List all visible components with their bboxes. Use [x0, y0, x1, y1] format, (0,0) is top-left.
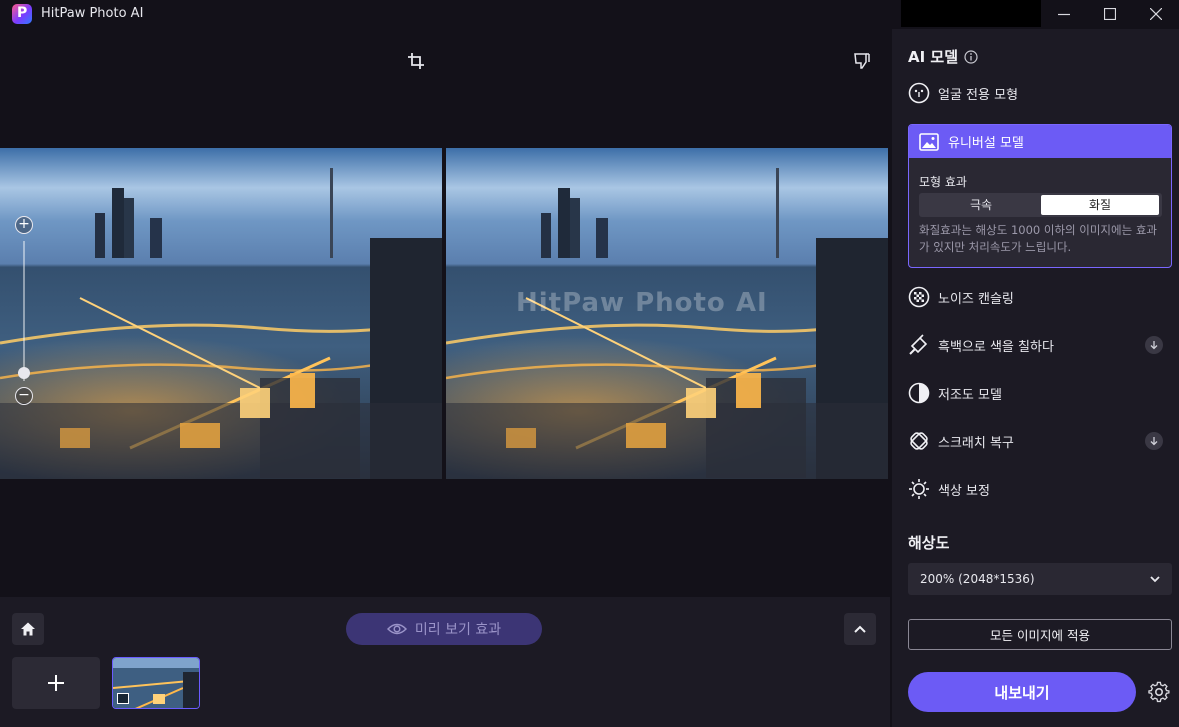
contrast-icon [908, 382, 930, 404]
zoom-slider-thumb[interactable] [18, 367, 30, 379]
model-universal[interactable]: 유니버설 모델 [909, 125, 1171, 158]
close-button[interactable] [1133, 0, 1179, 28]
model-colorize[interactable]: 흑백으로 색을 칠하다 [908, 325, 1171, 365]
model-universal-label: 유니버설 모델 [948, 136, 1024, 151]
model-color-correction-label: 색상 보정 [938, 483, 990, 499]
bandage-icon [908, 430, 930, 452]
model-low-light[interactable]: 저조도 모델 [908, 373, 1171, 413]
download-icon[interactable] [1145, 336, 1163, 354]
resolution-select[interactable]: 200% (2048*1536) [908, 563, 1172, 595]
eye-icon [386, 623, 407, 635]
redacted-area [901, 0, 1041, 27]
enhanced-image: HitPaw Photo AI [446, 148, 888, 479]
effect-label: 모형 효과 [919, 175, 967, 189]
thumbs-down-icon[interactable] [852, 51, 872, 71]
effect-option-quality[interactable]: 화질 [1041, 195, 1159, 215]
add-image-button[interactable] [12, 657, 100, 709]
chevron-up-icon [854, 625, 866, 633]
canvas-area: HitPaw Photo AI + − [0, 29, 890, 597]
home-button[interactable] [12, 613, 44, 645]
home-icon [21, 622, 35, 636]
original-image [0, 148, 442, 479]
collapse-button[interactable] [844, 613, 876, 645]
face-icon [908, 82, 930, 104]
model-low-light-label: 저조도 모델 [938, 387, 1002, 403]
effect-description: 화질효과는 해상도 1000 이하의 이미지에는 효과가 있지만 처리속도가 느… [919, 223, 1157, 254]
bottom-toolbar: 미리 보기 효과 [0, 597, 890, 727]
export-button[interactable]: 내보내기 [908, 672, 1136, 712]
apply-all-button[interactable]: 모든 이미지에 적용 [908, 619, 1172, 650]
zoom-out-button[interactable]: − [15, 387, 33, 405]
paint-bucket-icon [908, 334, 930, 356]
model-colorize-label: 흑백으로 색을 칠하다 [938, 339, 1054, 355]
watermark: HitPaw Photo AI [516, 288, 768, 318]
chevron-down-icon [1150, 576, 1160, 583]
resolution-value: 200% (2048*1536) [920, 572, 1035, 586]
title-bar: P HitPaw Photo AI [0, 0, 1179, 29]
app-title: HitPaw Photo AI [41, 6, 144, 21]
effect-option-fast[interactable]: 극속 [922, 195, 1040, 215]
minimize-button[interactable] [1041, 0, 1087, 28]
model-denoise-label: 노이즈 캔슬링 [938, 291, 1014, 307]
model-color-correction[interactable]: 색상 보정 [908, 469, 1171, 509]
model-face-label: 얼굴 전용 모형 [938, 87, 1019, 103]
resolution-title: 해상도 [908, 534, 950, 552]
info-icon[interactable] [964, 49, 978, 64]
maximize-button[interactable] [1087, 0, 1133, 28]
gear-icon[interactable] [1148, 681, 1170, 703]
ai-model-header: AI 모델 [908, 46, 978, 67]
noise-icon [908, 286, 930, 308]
model-scratch-repair-label: 스크래치 복구 [938, 435, 1014, 451]
zoom-in-button[interactable]: + [15, 216, 33, 234]
image-icon [918, 131, 940, 153]
model-face[interactable]: 얼굴 전용 모형 [908, 73, 1171, 113]
zoom-control[interactable]: + − [13, 216, 35, 406]
plus-icon [48, 675, 64, 691]
preview-effect-label: 미리 보기 효과 [414, 622, 502, 638]
image-badge-icon [117, 693, 129, 704]
crop-icon[interactable] [406, 51, 426, 71]
right-sidebar: AI 모델 얼굴 전용 모형 유니버설 모델 모형 효과 극속 화질 화질효과는… [892, 29, 1179, 727]
zoom-slider-track[interactable] [23, 241, 25, 381]
effect-segmented-control: 극속 화질 [919, 193, 1162, 217]
preview-effect-button[interactable]: 미리 보기 효과 [346, 613, 542, 645]
brightness-icon [908, 478, 930, 500]
model-universal-card[interactable]: 유니버설 모델 모형 효과 극속 화질 화질효과는 해상도 1000 이하의 이… [908, 124, 1172, 268]
download-icon[interactable] [1145, 432, 1163, 450]
model-denoise[interactable]: 노이즈 캔슬링 [908, 277, 1171, 317]
model-scratch-repair[interactable]: 스크래치 복구 [908, 421, 1171, 461]
ai-model-title: AI 모델 [908, 48, 959, 66]
app-logo-icon: P [12, 4, 32, 24]
image-thumbnail[interactable] [112, 657, 200, 709]
